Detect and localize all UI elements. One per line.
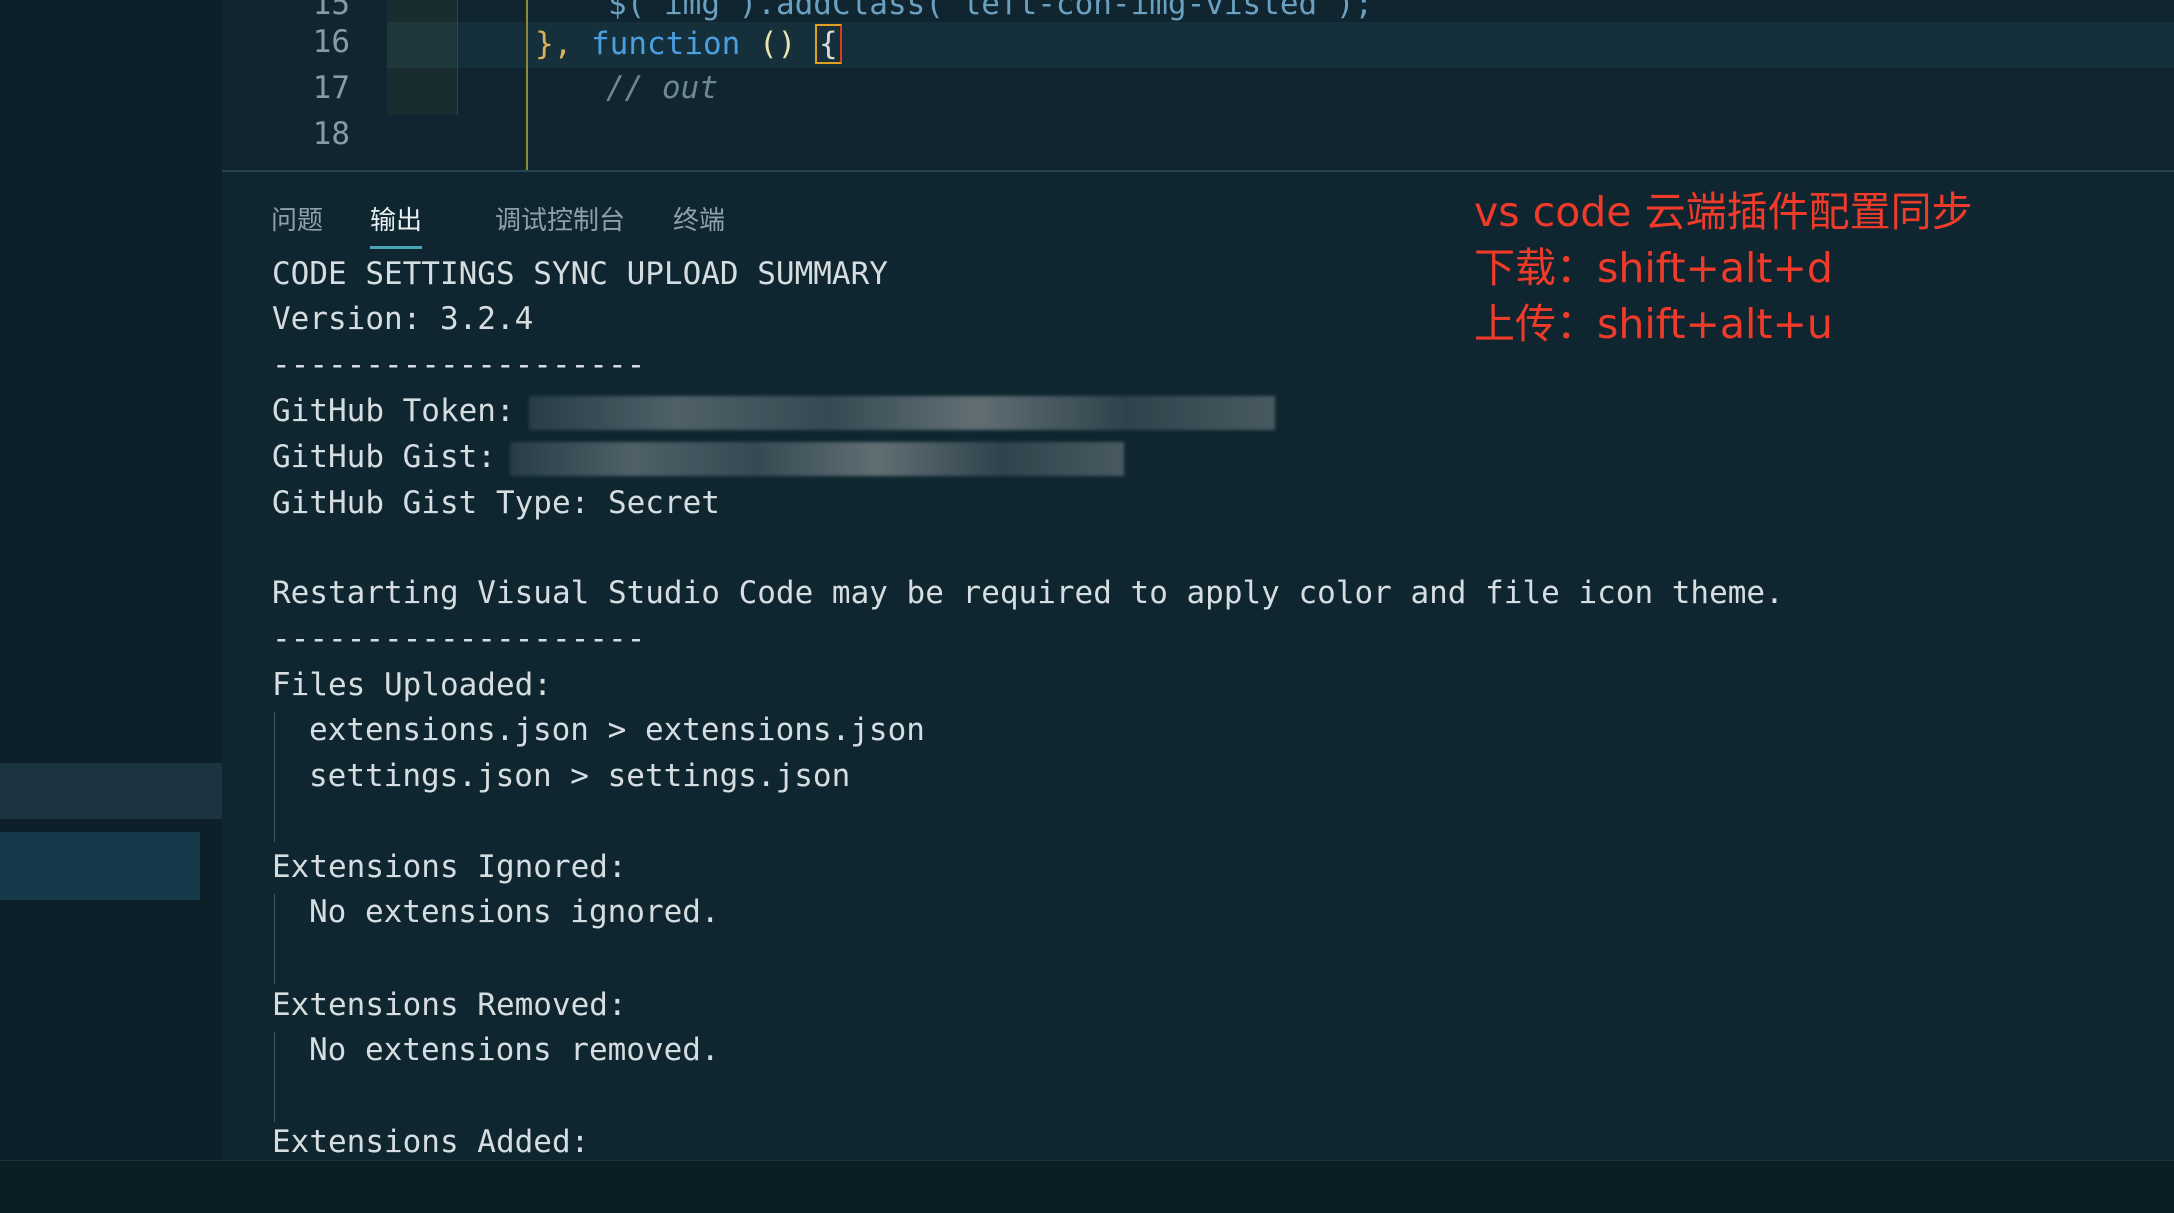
sidebar-selected-item[interactable] (0, 832, 200, 900)
ext-removed-value: No extensions removed. (309, 1032, 720, 1068)
output-token-label: GitHub Token: (272, 393, 515, 429)
code-line: }, function () { (535, 24, 842, 64)
uploaded-file: extensions.json > extensions.json (309, 712, 925, 748)
params: () (758, 26, 815, 62)
output-gist-type: GitHub Gist Type: Secret (272, 485, 720, 521)
output-ext-ignored: Extensions Ignored: (272, 849, 627, 885)
tree-guide (274, 1032, 275, 1122)
output-version: Version: 3.2.4 (272, 301, 534, 337)
status-bar (0, 1160, 2174, 1213)
redacted-token (529, 396, 1275, 430)
function-keyword: function (591, 26, 741, 62)
text-cursor: { (814, 24, 842, 64)
output-ext-added: Extensions Added: (272, 1124, 590, 1160)
sidebar-hover-row[interactable] (0, 763, 222, 819)
output-ext-removed: Extensions Removed: (272, 987, 627, 1023)
output-separator: -------------------- (272, 347, 646, 383)
tree-guide (274, 894, 275, 984)
indent-guide (387, 0, 458, 115)
bracket-guide (526, 0, 528, 170)
output-restart-message: Restarting Visual Studio Code may be req… (272, 575, 1784, 611)
line-number: 18 (312, 116, 350, 152)
vscode-window: 15 16 17 18 $('img').addClass('left-con-… (0, 0, 2174, 1213)
line-number: 17 (312, 70, 350, 106)
annotation-download: 下载：shift+alt+d (1474, 244, 1833, 292)
output-files-uploaded: Files Uploaded: (272, 667, 552, 703)
code-line: $('img').addClass('left-con-img-visted')… (608, 0, 1374, 22)
ext-ignored-value: No extensions ignored. (309, 894, 720, 930)
tab-output[interactable]: 输出 (370, 200, 423, 249)
tab-debug-console[interactable]: 调试控制台 (495, 200, 625, 237)
annotation-upload: 上传：shift+alt+u (1474, 300, 1833, 348)
line-number: 16 (312, 24, 350, 60)
line-number: 15 (312, 0, 350, 22)
tree-guide (274, 712, 275, 842)
code-comment: // out (606, 70, 718, 106)
tab-terminal[interactable]: 终端 (673, 200, 725, 237)
code-editor[interactable]: 15 16 17 18 $('img').addClass('left-con-… (222, 0, 2174, 170)
side-bar (0, 0, 223, 1160)
output-separator: -------------------- (272, 621, 646, 657)
output-header: CODE SETTINGS SYNC UPLOAD SUMMARY (272, 256, 888, 292)
redacted-gist (510, 442, 1124, 476)
bottom-panel: 问题 输出 调试控制台 终端 CODE SETTINGS SYNC UPLOAD… (222, 170, 2174, 1162)
annotation-title: vs code 云端插件配置同步 (1474, 188, 1973, 236)
output-gist-label: GitHub Gist: (272, 439, 496, 475)
uploaded-file: settings.json > settings.json (309, 758, 851, 794)
tab-problems[interactable]: 问题 (271, 200, 323, 237)
closing-brace: }, (535, 26, 573, 62)
